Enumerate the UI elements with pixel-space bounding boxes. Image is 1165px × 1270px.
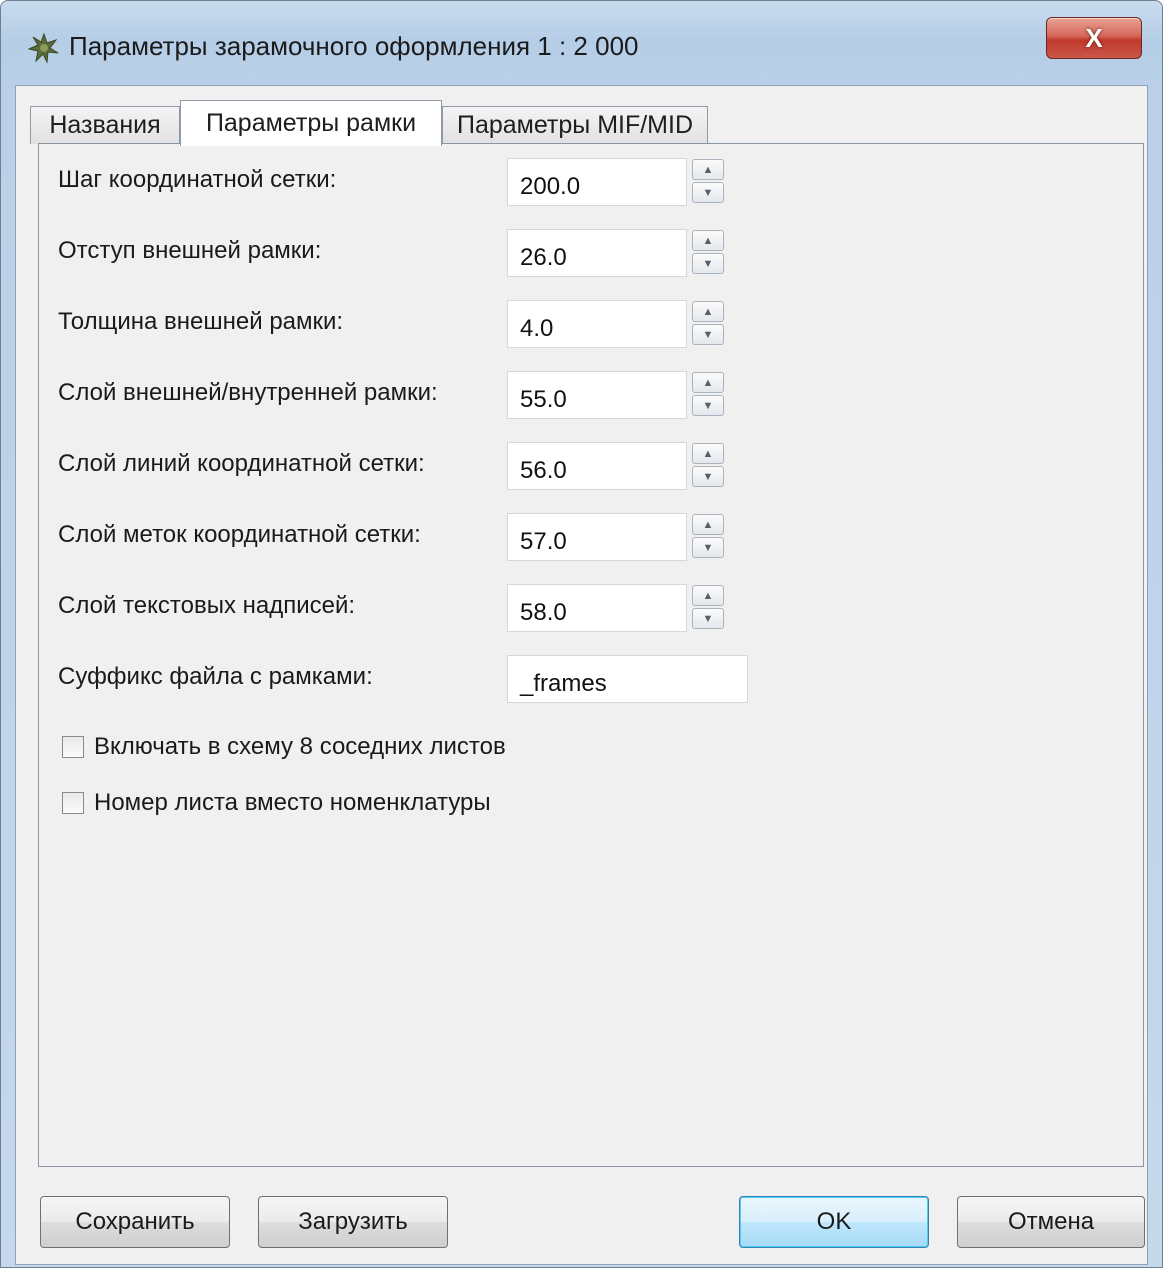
spin-down-button[interactable]: ▼ — [692, 537, 724, 558]
tab-label: Параметры рамки — [205, 109, 417, 137]
save-button-label: Сохранить — [75, 1208, 195, 1235]
tab-names[interactable]: Названия — [30, 106, 180, 144]
outer-frame-offset-label: Отступ внешней рамки: — [58, 237, 322, 264]
frame-layer-label: Слой внешней/внутренней рамки: — [58, 379, 438, 406]
arrow-up-icon: ▲ — [702, 589, 714, 602]
spin-down-button[interactable]: ▼ — [692, 324, 724, 345]
sheet-number-checkbox[interactable] — [62, 792, 84, 814]
text-labels-layer-input[interactable]: 58.0 — [507, 584, 687, 632]
frames-file-suffix-label: Суффикс файла с рамками: — [58, 663, 373, 690]
arrow-up-icon: ▲ — [702, 234, 714, 247]
grid-marks-layer-label: Слой меток координатной сетки: — [58, 521, 421, 548]
outer-frame-thickness-label: Толщина внешней рамки: — [58, 308, 344, 335]
grid-marks-layer-input[interactable]: 57.0 — [507, 513, 687, 561]
grid-marks-layer-spinner: ▲ ▼ — [692, 514, 724, 558]
title-bar: Параметры зарамочного оформления 1 : 2 0… — [1, 1, 1162, 85]
load-button[interactable]: Загрузить — [258, 1196, 448, 1248]
grid-step-label: Шаг координатной сетки: — [58, 166, 337, 193]
grid-lines-layer-label: Слой линий координатной сетки: — [58, 450, 425, 477]
grid-step-spinner: ▲ ▼ — [692, 159, 724, 203]
spin-up-button[interactable]: ▲ — [692, 159, 724, 180]
spin-down-button[interactable]: ▼ — [692, 466, 724, 487]
grid-lines-layer-input[interactable]: 56.0 — [507, 442, 687, 490]
spin-down-button[interactable]: ▼ — [692, 253, 724, 274]
grid-lines-layer-spinner: ▲ ▼ — [692, 443, 724, 487]
spin-down-button[interactable]: ▼ — [692, 182, 724, 203]
tab-label: Параметры MIF/MID — [456, 111, 694, 139]
arrow-up-icon: ▲ — [702, 447, 714, 460]
frames-file-suffix-input[interactable]: _frames — [507, 655, 748, 703]
cancel-button[interactable]: Отмена — [957, 1196, 1145, 1248]
tab-mif-mid-params[interactable]: Параметры MIF/MID — [442, 106, 708, 144]
app-icon — [27, 32, 59, 64]
arrow-down-icon: ▼ — [702, 399, 714, 412]
spin-up-button[interactable]: ▲ — [692, 230, 724, 251]
arrow-down-icon: ▼ — [702, 470, 714, 483]
ok-button[interactable]: OK — [739, 1196, 929, 1248]
arrow-up-icon: ▲ — [702, 376, 714, 389]
text-labels-layer-spinner: ▲ ▼ — [692, 585, 724, 629]
grid-step-input[interactable]: 200.0 — [507, 158, 687, 206]
outer-frame-thickness-input[interactable]: 4.0 — [507, 300, 687, 348]
text-labels-layer-label: Слой текстовых надписей: — [58, 592, 356, 619]
window-title: Параметры зарамочного оформления 1 : 2 0… — [69, 31, 639, 61]
include-neighbor-sheets-checkbox[interactable] — [62, 736, 84, 758]
arrow-down-icon: ▼ — [702, 257, 714, 270]
sheet-number-label[interactable]: Номер листа вместо номенклатуры — [94, 789, 491, 817]
spin-up-button[interactable]: ▲ — [692, 372, 724, 393]
spin-up-button[interactable]: ▲ — [692, 585, 724, 606]
spin-up-button[interactable]: ▲ — [692, 443, 724, 464]
arrow-up-icon: ▲ — [702, 518, 714, 531]
outer-frame-offset-input[interactable]: 26.0 — [507, 229, 687, 277]
frame-layer-input[interactable]: 55.0 — [507, 371, 687, 419]
cancel-button-label: Отмена — [1007, 1208, 1095, 1235]
spin-down-button[interactable]: ▼ — [692, 395, 724, 416]
tab-label: Названия — [49, 111, 161, 139]
arrow-up-icon: ▲ — [702, 305, 714, 318]
arrow-down-icon: ▼ — [702, 541, 714, 554]
close-icon: X — [1085, 22, 1103, 53]
close-button[interactable]: X — [1046, 17, 1142, 59]
arrow-down-icon: ▼ — [702, 612, 714, 625]
outer-frame-offset-spinner: ▲ ▼ — [692, 230, 724, 274]
spin-up-button[interactable]: ▲ — [692, 301, 724, 322]
arrow-up-icon: ▲ — [702, 163, 714, 176]
frame-layer-spinner: ▲ ▼ — [692, 372, 724, 416]
spin-down-button[interactable]: ▼ — [692, 608, 724, 629]
include-neighbor-sheets-label[interactable]: Включать в схему 8 соседних листов — [94, 733, 506, 761]
load-button-label: Загрузить — [298, 1208, 408, 1235]
arrow-down-icon: ▼ — [702, 186, 714, 199]
ok-button-label: OK — [816, 1208, 852, 1235]
save-button[interactable]: Сохранить — [40, 1196, 230, 1248]
tab-frame-params[interactable]: Параметры рамки — [180, 100, 442, 146]
arrow-down-icon: ▼ — [702, 328, 714, 341]
outer-frame-thickness-spinner: ▲ ▼ — [692, 301, 724, 345]
spin-up-button[interactable]: ▲ — [692, 514, 724, 535]
